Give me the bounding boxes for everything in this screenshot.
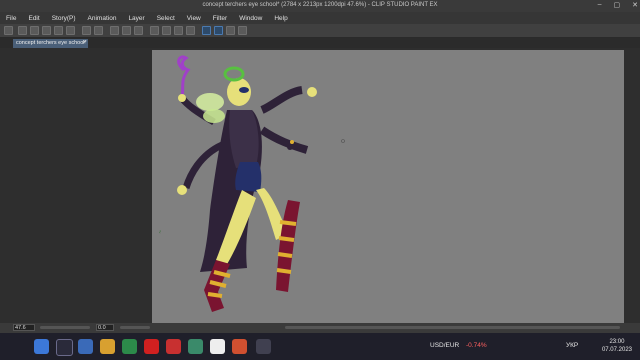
clip-studio-taskbar-icon[interactable] [210, 339, 225, 354]
command-bar [0, 24, 640, 38]
menu-view[interactable]: View [181, 15, 207, 22]
clock-date: 07.07.2023 [601, 347, 632, 353]
window-title: concept terchers eye school* (2784 x 221… [202, 2, 438, 8]
zoom-slider[interactable] [40, 326, 90, 329]
minimize-button[interactable]: – [598, 1, 602, 9]
redo-icon[interactable] [94, 26, 103, 35]
window-controls: – ▢ ✕ [598, 1, 638, 9]
clear-icon[interactable] [122, 26, 131, 35]
menu-animation[interactable]: Animation [82, 15, 123, 22]
character-illustration: ~ [156, 55, 345, 312]
task-view-icon[interactable] [78, 339, 93, 354]
pen-pressure-icon[interactable] [238, 26, 247, 35]
clock-time: 23:00 [609, 339, 625, 345]
grid-snap-icon[interactable] [226, 26, 235, 35]
start-windows-icon[interactable] [34, 339, 49, 354]
menu-window[interactable]: Window [233, 15, 268, 22]
menu-filter[interactable]: Filter [207, 15, 233, 22]
tab-close-icon[interactable]: × [82, 39, 86, 48]
deselect-icon[interactable] [162, 26, 171, 35]
open-file-icon[interactable] [30, 26, 39, 35]
horizontal-scrollbar[interactable] [285, 326, 620, 329]
tab-label: concept terchers eye school* [16, 40, 87, 46]
export-icon[interactable] [54, 26, 63, 35]
currency-label: USD/EUR [430, 342, 460, 349]
close-button[interactable]: ✕ [632, 1, 638, 9]
menu-file[interactable]: File [0, 15, 22, 22]
browser-icon[interactable] [166, 339, 181, 354]
clip-studio-icon[interactable] [4, 26, 13, 35]
search-icon[interactable] [56, 339, 73, 356]
menu-story[interactable]: Story(P) [46, 15, 82, 22]
app-icon[interactable] [188, 339, 203, 354]
microphone-icon[interactable] [232, 339, 247, 354]
drawing-canvas[interactable]: ~ [152, 50, 624, 323]
svg-text:~: ~ [156, 230, 162, 234]
menu-help[interactable]: Help [268, 15, 293, 22]
zoom-field[interactable]: 47.6 [13, 324, 35, 331]
rotation-field[interactable]: 0.0 [96, 324, 114, 331]
title-bar: concept terchers eye school* (2784 x 221… [0, 0, 640, 12]
system-clock[interactable]: 23:00 07.07.2023 [602, 338, 632, 354]
selection-icon[interactable] [150, 26, 159, 35]
menu-bar: File Edit Story(P) Animation Layer Selec… [0, 12, 640, 24]
transform-icon[interactable] [186, 26, 195, 35]
app2-icon[interactable] [256, 339, 271, 354]
file-explorer-icon[interactable] [100, 339, 115, 354]
windows-taskbar: USD/EUR -0.74% УКР 23:00 07.07.2023 [0, 333, 640, 360]
menu-layer[interactable]: Layer [122, 15, 150, 22]
menu-edit[interactable]: Edit [22, 15, 45, 22]
maximize-button[interactable]: ▢ [614, 1, 621, 9]
rotation-slider[interactable] [120, 326, 150, 329]
undo-icon[interactable] [82, 26, 91, 35]
opera-icon[interactable] [144, 339, 159, 354]
document-tab-bar: concept terchers eye school* × [0, 38, 640, 48]
share-icon[interactable] [66, 26, 75, 35]
fill-icon[interactable] [134, 26, 143, 35]
ruler-snap-icon[interactable] [202, 26, 211, 35]
special-ruler-snap-icon[interactable] [214, 26, 223, 35]
tab-document[interactable]: concept terchers eye school* × [13, 39, 88, 48]
save-icon[interactable] [42, 26, 51, 35]
spotify-icon[interactable] [122, 339, 137, 354]
language-indicator[interactable]: УКР [566, 342, 578, 349]
invert-selection-icon[interactable] [174, 26, 183, 35]
menu-select[interactable]: Select [151, 15, 181, 22]
new-file-icon[interactable] [18, 26, 27, 35]
settings-icon[interactable] [110, 26, 119, 35]
currency-change: -0.74% [466, 342, 487, 349]
status-bar: 47.6 0.0 [0, 323, 640, 333]
